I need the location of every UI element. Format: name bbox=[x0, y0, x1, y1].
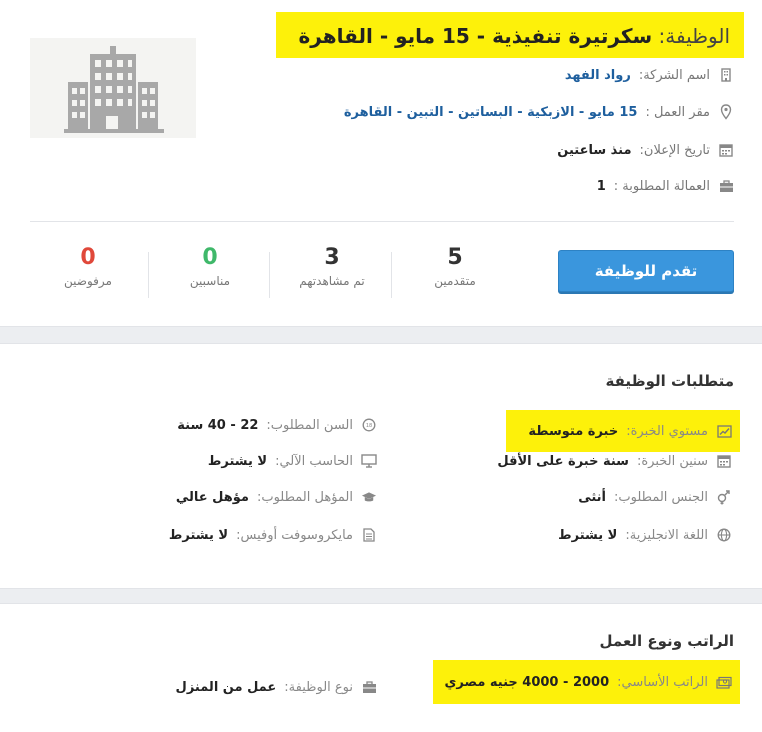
stat-label: مرفوضين bbox=[64, 274, 112, 288]
english-value: لا يشترط bbox=[558, 527, 618, 543]
document-icon bbox=[361, 527, 377, 543]
location-row: مقر العمل : 15 مايو - الازبكية - البساتي… bbox=[344, 101, 734, 123]
experience-years-row: سنين الخبرة: سنة خبرة على الأقل bbox=[497, 450, 732, 472]
stat-label: متقدمين bbox=[434, 274, 476, 288]
computer-value: لا يشترط bbox=[207, 453, 268, 469]
calendar-icon bbox=[718, 142, 734, 158]
gender-icon bbox=[716, 489, 732, 505]
experience-level-value: خبرة متوسطة bbox=[528, 423, 619, 439]
apply-button[interactable]: تقدم للوظيفة bbox=[558, 250, 734, 292]
requirements-card: متطلبات الوظيفة مستوي الخبرة: خبرة متوسط… bbox=[0, 343, 762, 589]
office-label: مايكروسوفت أوفيس: bbox=[236, 527, 353, 543]
salary-label: الراتب الأساسي: bbox=[617, 674, 708, 690]
office-row: مايكروسوفت أوفيس: لا يشترط bbox=[169, 524, 377, 546]
posted-value: منذ ساعتين bbox=[557, 142, 632, 158]
calendar-icon bbox=[716, 453, 732, 469]
computer-label: الحاسب الآلي: bbox=[275, 453, 353, 469]
svg-text:18: 18 bbox=[366, 423, 372, 429]
requirements-title: متطلبات الوظيفة bbox=[605, 372, 734, 390]
stat-value: 3 bbox=[324, 245, 340, 270]
stat-suitable[interactable]: 0 مناسبين bbox=[150, 244, 270, 300]
job-type-label: نوع الوظيفة: bbox=[284, 679, 353, 695]
stat-value: 0 bbox=[202, 245, 218, 270]
salary-title: الراتب ونوع العمل bbox=[599, 632, 735, 650]
company-logo bbox=[30, 38, 196, 138]
posted-row: تاريخ الإعلان: منذ ساعتين bbox=[557, 139, 734, 161]
job-type-value: عمل من المنزل bbox=[175, 679, 277, 695]
age-label: السن المطلوب: bbox=[266, 417, 353, 433]
qualification-value: مؤهل عالي bbox=[175, 489, 249, 505]
age-row: 18 السن المطلوب: 22 - 40 سنة bbox=[177, 414, 377, 436]
age-value: 22 - 40 سنة bbox=[177, 417, 259, 433]
salary-value: 2000 - 4000 جنيه مصري bbox=[444, 674, 610, 690]
gender-label: الجنس المطلوب: bbox=[614, 489, 708, 505]
vacancies-row: العمالة المطلوبة : 1 bbox=[597, 175, 734, 197]
briefcase-icon bbox=[718, 178, 734, 194]
stat-viewed[interactable]: 3 تم مشاهدتهم bbox=[272, 244, 392, 300]
experience-years-label: سنين الخبرة: bbox=[636, 453, 708, 469]
company-row: اسم الشركة: رواد الفهد bbox=[565, 64, 734, 86]
location-label: مقر العمل : bbox=[645, 104, 710, 120]
qualification-row: المؤهل المطلوب: مؤهل عالي bbox=[176, 486, 377, 508]
english-label: اللغة الانجليزية: bbox=[625, 527, 708, 543]
map-pin-icon bbox=[718, 104, 734, 120]
office-value: لا يشترط bbox=[168, 527, 229, 543]
job-title-value: سكرتيرة تنفيذية - 15 مايو - القاهرة bbox=[298, 24, 653, 48]
stat-value: 0 bbox=[80, 245, 96, 270]
english-row: اللغة الانجليزية: لا يشترط bbox=[558, 524, 732, 546]
salary-row: الراتب الأساسي: 2000 - 4000 جنيه مصري bbox=[432, 660, 740, 704]
chart-icon bbox=[716, 423, 732, 439]
experience-level-label: مستوي الخبرة: bbox=[626, 423, 708, 439]
stat-label: مناسبين bbox=[189, 274, 231, 288]
location-link[interactable]: 15 مايو - الازبكية - البساتين - التبين -… bbox=[344, 105, 638, 120]
stat-label: تم مشاهدتهم bbox=[299, 274, 365, 288]
experience-years-value: سنة خبرة على الأقل bbox=[497, 453, 629, 469]
job-title-label: الوظيفة: bbox=[658, 24, 730, 48]
building-small-icon bbox=[718, 67, 734, 83]
company-label: اسم الشركة: bbox=[638, 67, 710, 83]
job-type-row: نوع الوظيفة: عمل من المنزل bbox=[176, 676, 377, 698]
gender-row: الجنس المطلوب: أنثى bbox=[578, 486, 732, 508]
stat-separator bbox=[148, 252, 149, 298]
globe-icon bbox=[716, 527, 732, 543]
divider bbox=[30, 221, 734, 222]
computer-row: الحاسب الآلي: لا يشترط bbox=[208, 450, 377, 472]
stat-value: 5 bbox=[447, 245, 463, 270]
monitor-icon bbox=[361, 453, 377, 469]
briefcase-icon bbox=[361, 679, 377, 695]
job-summary-card: الوظيفة: سكرتيرة تنفيذية - 15 مايو - الق… bbox=[0, 0, 762, 327]
money-icon bbox=[716, 674, 732, 690]
age-icon: 18 bbox=[361, 417, 377, 433]
graduation-cap-icon bbox=[361, 489, 377, 505]
building-icon bbox=[64, 46, 164, 133]
stat-rejected[interactable]: 0 مرفوضين bbox=[28, 244, 148, 300]
qualification-label: المؤهل المطلوب: bbox=[256, 489, 353, 505]
vacancies-label: العمالة المطلوبة : bbox=[613, 178, 710, 194]
posted-label: تاريخ الإعلان: bbox=[639, 142, 710, 158]
salary-card: الراتب ونوع العمل الراتب الأساسي: 2000 -… bbox=[0, 603, 762, 732]
vacancies-value: 1 bbox=[596, 178, 606, 194]
company-link[interactable]: رواد الفهد bbox=[565, 68, 631, 83]
stat-applicants[interactable]: 5 متقدمين bbox=[395, 244, 515, 300]
experience-level-row: مستوي الخبرة: خبرة متوسطة bbox=[506, 410, 740, 452]
job-title: الوظيفة: سكرتيرة تنفيذية - 15 مايو - الق… bbox=[276, 12, 744, 58]
gender-value: أنثى bbox=[578, 489, 607, 505]
